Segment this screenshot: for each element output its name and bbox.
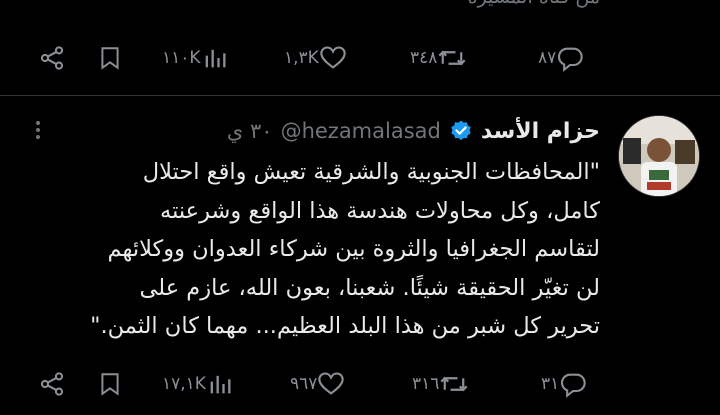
- likes-count: ١,٣K: [284, 48, 319, 68]
- previous-tweet: من قناة المسيرة ١١٠K ١,٣K ٣٤٨: [0, 0, 720, 97]
- share-icon: [40, 46, 64, 70]
- avatar-image: [619, 116, 699, 196]
- timestamp[interactable]: ٣٠ ي: [227, 119, 273, 143]
- tweet-text: "المحافظات الجنوبية والشرقية تعيش واقع ا…: [20, 153, 600, 346]
- bookmark-button[interactable]: [97, 364, 123, 404]
- bookmark-icon: [101, 47, 119, 70]
- replies-count: ٣١: [541, 374, 560, 394]
- avatar[interactable]: [618, 115, 700, 197]
- tweet[interactable]: حزام الأسد @hezamalasad ٣٠ ي "المحافظات …: [0, 96, 720, 415]
- tweet-text-line: كامل، وكل محاولات هندسة هذا الواقع وشرعن…: [160, 197, 600, 224]
- repost-icon: [440, 376, 468, 392]
- bookmark-button[interactable]: [97, 38, 123, 78]
- reply-button[interactable]: ٨٧: [538, 38, 584, 78]
- previous-tweet-text: من قناة المسيرة: [468, 0, 600, 8]
- like-button[interactable]: ١,٣K: [284, 38, 347, 78]
- verified-icon: [451, 120, 471, 141]
- bookmark-icon: [101, 373, 119, 396]
- reposts-count: ٣٤٨: [410, 48, 438, 68]
- reply-icon: [561, 373, 586, 398]
- like-icon: [318, 372, 345, 395]
- share-button[interactable]: [38, 38, 66, 78]
- likes-count: ٩٦٧: [290, 374, 318, 394]
- views-button[interactable]: ١١٠K: [162, 38, 229, 78]
- replies-count: ٨٧: [538, 48, 557, 68]
- views-count: ١١٠K: [162, 48, 201, 68]
- like-icon: [320, 46, 346, 69]
- views-button[interactable]: ١٧,١K: [162, 364, 234, 404]
- tweet-action-bar: ١٧,١K ٩٦٧ ٣١٦ ٣١: [0, 364, 720, 404]
- previous-tweet-action-bar: ١١٠K ١,٣K ٣٤٨ ٨٧: [0, 38, 720, 78]
- display-name[interactable]: حزام الأسد: [481, 119, 600, 144]
- tweet-text-line: لتقاسم الجغرافيا والثروة بين شركاء العدو…: [107, 236, 600, 262]
- tweet-text-line: لن تغيّر الحقيقة شيئًا. شعبنا، بعون الله…: [139, 274, 600, 301]
- share-button[interactable]: [38, 364, 66, 404]
- views-icon: [205, 49, 226, 68]
- reply-icon: [558, 47, 583, 72]
- repost-icon: [438, 50, 466, 66]
- repost-button[interactable]: ٣٤٨: [410, 38, 467, 78]
- reply-button[interactable]: ٣١: [541, 364, 587, 404]
- more-icon: [26, 121, 50, 139]
- more-options-button[interactable]: [26, 118, 50, 148]
- reposts-count: ٣١٦: [412, 374, 440, 394]
- views-icon: [210, 375, 231, 394]
- share-icon: [40, 372, 64, 396]
- handle[interactable]: @hezamalasad: [281, 119, 441, 143]
- like-button[interactable]: ٩٦٧: [290, 364, 345, 404]
- repost-button[interactable]: ٣١٦: [412, 364, 469, 404]
- tweet-header: حزام الأسد @hezamalasad ٣٠ ي: [227, 116, 600, 146]
- views-count: ١٧,١K: [162, 374, 206, 394]
- tweet-text-line: تحرير كل شبر من هذا البلد العظيم... مهما…: [90, 313, 600, 339]
- tweet-text-line: "المحافظات الجنوبية والشرقية تعيش واقع ا…: [142, 159, 600, 185]
